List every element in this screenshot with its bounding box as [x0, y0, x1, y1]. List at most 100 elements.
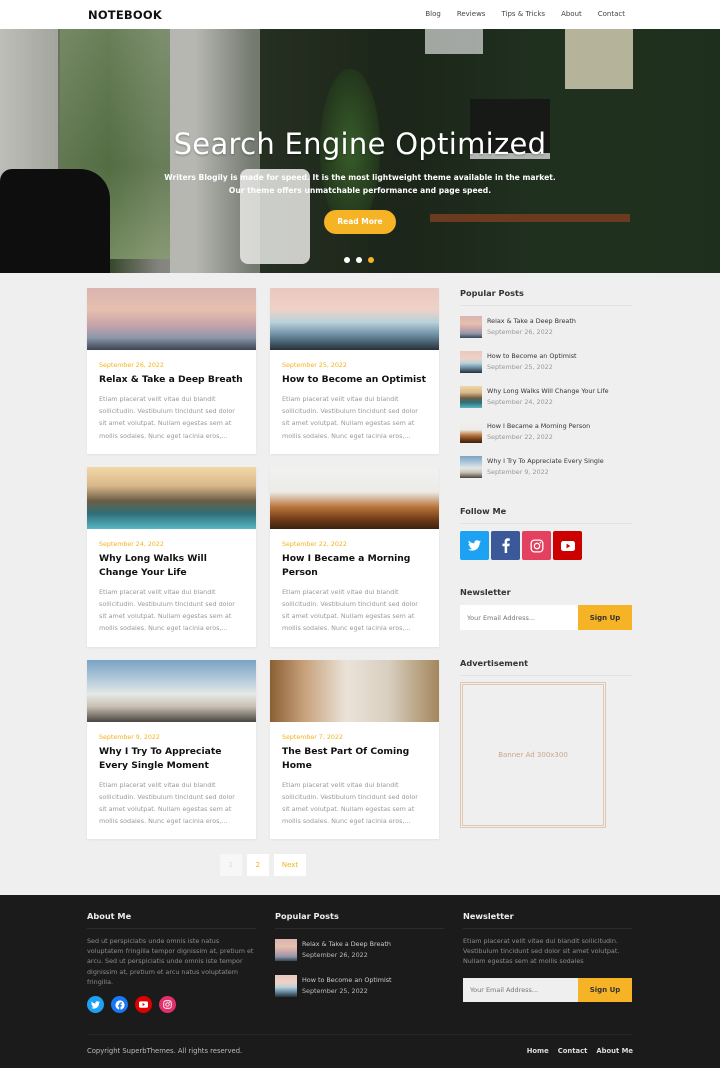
- follow-widget: Follow Me: [460, 506, 632, 560]
- popular-post-item[interactable]: How I Became a Morning Person September …: [460, 421, 632, 445]
- nav-reviews[interactable]: Reviews: [457, 10, 486, 18]
- footer-popular-post-item[interactable]: How to Become an Optimist September 25, …: [275, 975, 444, 997]
- popular-post-thumbnail[interactable]: [460, 456, 482, 478]
- post-title[interactable]: How to Become an Optimist: [282, 373, 427, 387]
- page-1[interactable]: 1: [219, 854, 242, 877]
- popular-post-thumbnail[interactable]: [460, 316, 482, 338]
- footer-popular-post-thumbnail[interactable]: [275, 939, 297, 961]
- post-thumbnail[interactable]: [87, 659, 256, 722]
- popular-post-item[interactable]: Relax & Take a Deep Breath September 26,…: [460, 316, 632, 340]
- post-thumbnail[interactable]: [270, 466, 439, 529]
- post-grid: September 26, 2022 Relax & Take a Deep B…: [87, 288, 439, 840]
- post-thumbnail[interactable]: [87, 288, 256, 350]
- read-more-button[interactable]: Read More: [324, 210, 396, 234]
- popular-post-title[interactable]: Relax & Take a Deep Breath: [487, 317, 576, 325]
- popular-post-thumbnail[interactable]: [460, 421, 482, 443]
- footer-facebook-link[interactable]: [111, 996, 128, 1014]
- twitter-button[interactable]: [460, 531, 489, 560]
- youtube-button[interactable]: [553, 531, 582, 560]
- post-title[interactable]: Why Long Walks Will Change Your Life: [99, 552, 244, 580]
- footer-newsletter-form: Sign Up: [463, 977, 632, 1002]
- footer-youtube-link[interactable]: [135, 996, 152, 1014]
- hero-image-frame: [425, 29, 483, 54]
- post-title[interactable]: Why I Try To Appreciate Every Single Mom…: [99, 745, 244, 773]
- post-body: September 25, 2022 How to Become an Opti…: [270, 350, 439, 454]
- post-title[interactable]: How I Became a Morning Person: [282, 552, 427, 580]
- nav-tips-tricks[interactable]: Tips & Tricks: [501, 10, 545, 18]
- post-date: September 22, 2022: [282, 540, 347, 548]
- post-thumbnail[interactable]: [87, 466, 256, 529]
- footer-popular-post-thumbnail[interactable]: [275, 975, 297, 997]
- slider-dot-2[interactable]: [356, 257, 362, 263]
- hero-title: Search Engine Optimized: [173, 127, 547, 161]
- post-thumbnail[interactable]: [270, 659, 439, 722]
- footer-popular-post-item[interactable]: Relax & Take a Deep Breath September 26,…: [275, 939, 444, 961]
- site-logo[interactable]: NOTEBOOK: [88, 8, 162, 22]
- footer-popular-post-date: September 25, 2022: [302, 987, 368, 995]
- post-date: September 25, 2022: [282, 362, 347, 369]
- post-excerpt: Etiam placerat velit vitae dui blandit s…: [282, 395, 418, 440]
- post-card[interactable]: September 22, 2022 How I Became a Mornin…: [270, 466, 439, 647]
- facebook-button[interactable]: [491, 531, 520, 560]
- page-2[interactable]: 2: [246, 854, 269, 877]
- newsletter-form: Sign Up: [460, 605, 632, 630]
- widget-title: Popular Posts: [460, 288, 632, 306]
- popular-post-title[interactable]: How I Became a Morning Person: [487, 422, 590, 430]
- footer-popular-post-title[interactable]: Relax & Take a Deep Breath: [302, 940, 391, 948]
- social-buttons: [460, 531, 632, 560]
- post-card[interactable]: September 25, 2022 How to Become an Opti…: [270, 288, 439, 454]
- facebook-icon: [114, 999, 125, 1010]
- post-date: September 9, 2022: [99, 733, 160, 741]
- copyright: Copyright SuperbThemes. All rights reser…: [87, 1047, 243, 1055]
- footer-sign-up-button[interactable]: Sign Up: [578, 977, 632, 1002]
- footer-columns: About Me Sed ut perspiciatis unde omnis …: [87, 895, 633, 1014]
- popular-post-item[interactable]: Why I Try To Appreciate Every Single Sep…: [460, 456, 632, 480]
- post-card[interactable]: September 7, 2022 The Best Part Of Comin…: [270, 659, 439, 840]
- post-body: September 9, 2022 Why I Try To Appreciat…: [87, 722, 256, 840]
- slider-dot-1[interactable]: [344, 257, 350, 263]
- sidebar: Popular Posts Relax & Take a Deep Breath…: [460, 288, 632, 895]
- popular-post-title[interactable]: How to Become an Optimist: [487, 352, 577, 360]
- popular-post-item[interactable]: How to Become an Optimist September 25, …: [460, 351, 632, 375]
- footer-links: Home Contact About Me: [527, 1047, 633, 1055]
- widget-title: Newsletter: [460, 587, 511, 597]
- main-content: September 26, 2022 Relax & Take a Deep B…: [87, 273, 633, 895]
- banner-ad[interactable]: Banner Ad 300x300: [460, 682, 606, 828]
- post-excerpt: Etiam placerat velit vitae dui blandit s…: [282, 587, 418, 633]
- footer-email-input[interactable]: [463, 977, 578, 1002]
- footer-bottom: Copyright SuperbThemes. All rights reser…: [87, 1034, 633, 1055]
- post-title[interactable]: The Best Part Of Coming Home: [282, 745, 427, 773]
- nav-contact[interactable]: Contact: [598, 10, 625, 18]
- post-date: September 26, 2022: [99, 362, 164, 369]
- post-body: September 26, 2022 Relax & Take a Deep B…: [87, 350, 256, 454]
- footer-twitter-link[interactable]: [87, 996, 104, 1014]
- popular-post-title[interactable]: Why I Try To Appreciate Every Single: [487, 457, 604, 465]
- popular-post-date: September 26, 2022: [487, 328, 553, 336]
- footer-popular-post-text: How to Become an Optimist September 25, …: [302, 975, 392, 997]
- popular-post-thumbnail[interactable]: [460, 351, 482, 373]
- popular-post-text: Why I Try To Appreciate Every Single Sep…: [487, 456, 604, 480]
- footer-link-home[interactable]: Home: [527, 1047, 549, 1055]
- footer-link-about-me[interactable]: About Me: [596, 1047, 633, 1055]
- nav-about[interactable]: About: [561, 10, 582, 18]
- post-thumbnail[interactable]: [270, 288, 439, 350]
- instagram-button[interactable]: [522, 531, 551, 560]
- facebook-icon: [501, 538, 510, 553]
- footer-popular-post-title[interactable]: How to Become an Optimist: [302, 976, 392, 984]
- post-card[interactable]: September 24, 2022 Why Long Walks Will C…: [87, 466, 256, 647]
- footer-link-contact[interactable]: Contact: [558, 1047, 588, 1055]
- popular-post-date: September 25, 2022: [487, 363, 553, 371]
- popular-post-date: September 9, 2022: [487, 468, 549, 476]
- post-title[interactable]: Relax & Take a Deep Breath: [99, 373, 244, 387]
- post-card[interactable]: September 26, 2022 Relax & Take a Deep B…: [87, 288, 256, 454]
- next-page-button[interactable]: Next: [273, 854, 307, 877]
- footer-instagram-link[interactable]: [159, 996, 176, 1014]
- post-card[interactable]: September 9, 2022 Why I Try To Appreciat…: [87, 659, 256, 840]
- popular-post-title[interactable]: Why Long Walks Will Change Your Life: [487, 387, 609, 395]
- slider-dot-3[interactable]: [368, 257, 374, 263]
- popular-post-thumbnail[interactable]: [460, 386, 482, 408]
- sign-up-button[interactable]: Sign Up: [578, 605, 632, 630]
- popular-post-item[interactable]: Why Long Walks Will Change Your Life Sep…: [460, 386, 632, 410]
- email-input[interactable]: [460, 605, 578, 630]
- nav-blog[interactable]: Blog: [425, 10, 440, 18]
